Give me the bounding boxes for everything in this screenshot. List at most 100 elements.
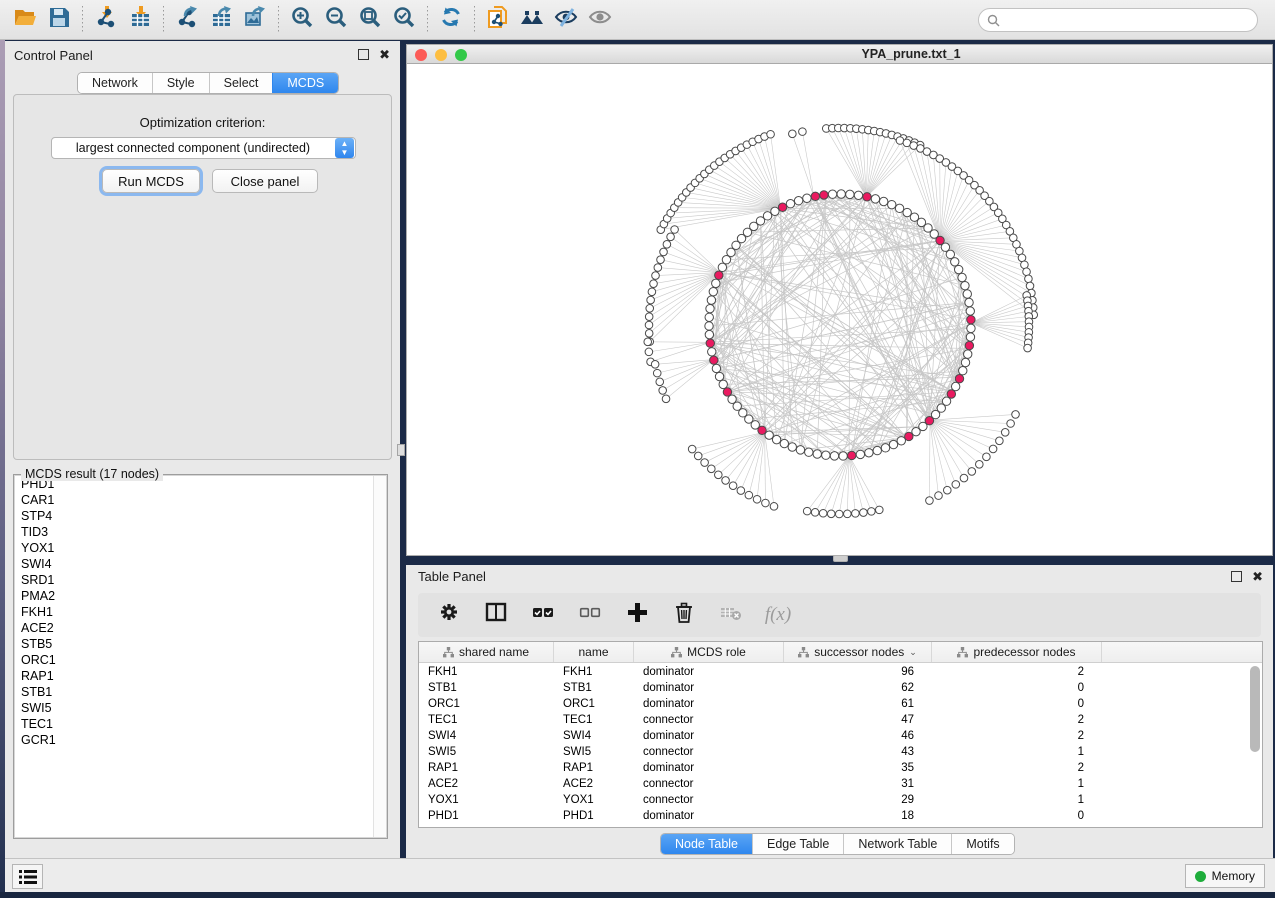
save-session-button[interactable] (42, 4, 76, 36)
mcds-result-item[interactable]: YOX1 (15, 540, 386, 556)
table-row[interactable]: SWI4SWI4dominator462 (419, 728, 1262, 744)
scrollbar-thumb[interactable] (1250, 666, 1260, 752)
node-table[interactable]: shared namenameMCDS rolesuccessor nodes⌄… (418, 641, 1263, 828)
delete-table-button[interactable] (718, 602, 744, 628)
table-settings-button[interactable] (436, 602, 462, 628)
tab-network-table[interactable]: Network Table (843, 834, 951, 854)
close-panel-button[interactable]: Close panel (212, 169, 318, 193)
deselect-all-button[interactable] (577, 602, 603, 628)
table-row[interactable]: YOX1YOX1connector291 (419, 792, 1262, 808)
optimization-criterion-select[interactable]: largest connected component (undirected)… (51, 137, 356, 159)
tab-select[interactable]: Select (209, 73, 273, 93)
refresh-layout-button[interactable] (434, 4, 468, 36)
table-panel: Table Panel ✖ f(x) shared namenameMCDS r… (406, 565, 1273, 858)
maximize-window-icon[interactable] (455, 49, 467, 61)
mcds-result-item[interactable]: SRD1 (15, 572, 386, 588)
column-header-shared-name[interactable]: shared name (419, 642, 554, 662)
function-builder-icon: f(x) (765, 604, 791, 626)
table-row[interactable]: STB1STB1dominator620 (419, 680, 1262, 696)
search-input[interactable] (1000, 10, 1257, 30)
clone-network-button[interactable] (481, 4, 515, 36)
table-row[interactable]: FKH1FKH1dominator962 (419, 664, 1262, 680)
tab-edge-table[interactable]: Edge Table (752, 834, 843, 854)
import-network-button[interactable] (89, 4, 123, 36)
mcds-result-item[interactable]: SWI4 (15, 556, 386, 572)
mcds-result-item[interactable]: RAP1 (15, 668, 386, 684)
table-row[interactable]: ACE2ACE2connector311 (419, 776, 1262, 792)
column-view-button[interactable] (483, 602, 509, 628)
minimize-window-icon[interactable] (435, 49, 447, 61)
export-network-button[interactable] (170, 4, 204, 36)
table-row[interactable]: ORC1ORC1dominator610 (419, 696, 1262, 712)
run-mcds-button[interactable]: Run MCDS (102, 169, 200, 193)
zoom-in-icon (290, 5, 315, 35)
cell-successor-nodes: 46 (784, 728, 932, 744)
tab-mcds[interactable]: MCDS (272, 73, 338, 93)
column-header-name[interactable]: name (554, 642, 634, 662)
table-row[interactable]: TEC1TEC1connector472 (419, 712, 1262, 728)
scrollbar-track[interactable] (373, 476, 386, 837)
table-row[interactable]: SWI5SWI5connector431 (419, 744, 1262, 760)
cell-shared-name: YOX1 (419, 792, 554, 808)
mcds-result-item[interactable]: STB1 (15, 684, 386, 700)
open-file-button[interactable] (8, 4, 42, 36)
tab-node-table[interactable]: Node Table (661, 834, 752, 854)
mcds-result-item[interactable]: ACE2 (15, 620, 386, 636)
mcds-result-item[interactable]: STP4 (15, 508, 386, 524)
network-canvas[interactable] (407, 64, 1272, 555)
zoom-in-button[interactable] (285, 4, 319, 36)
table-row[interactable]: PHD1PHD1dominator180 (419, 808, 1262, 824)
float-panel-icon[interactable] (358, 49, 369, 60)
add-column-button[interactable] (624, 602, 650, 628)
zoom-out-button[interactable] (319, 4, 353, 36)
mcds-result-item[interactable]: CAR1 (15, 492, 386, 508)
delete-column-button[interactable] (671, 602, 697, 628)
first-neighbors-button[interactable] (515, 4, 549, 36)
mcds-result-item[interactable]: TEC1 (15, 716, 386, 732)
mcds-result-group: MCDS result (17 nodes) PHD1CAR1STP4TID3Y… (13, 467, 388, 839)
mcds-result-item[interactable]: GCR1 (15, 732, 386, 748)
table-browser-tabs: Node TableEdge TableNetwork TableMotifs (660, 833, 1015, 855)
tab-motifs[interactable]: Motifs (951, 834, 1013, 854)
cell-name: SWI5 (554, 744, 634, 760)
toolbar-separator (163, 6, 164, 34)
network-window-titlebar[interactable]: YPA_prune.txt_1 (407, 45, 1272, 64)
shared-column-icon (957, 647, 968, 658)
cell-MCDS-role: dominator (634, 808, 784, 824)
hide-selected-button[interactable] (549, 4, 583, 36)
zoom-fit-button[interactable] (353, 4, 387, 36)
cell-successor-nodes: 29 (784, 792, 932, 808)
close-panel-icon[interactable]: ✖ (379, 49, 390, 60)
zoom-selected-button[interactable] (387, 4, 421, 36)
mcds-result-item[interactable]: TID3 (15, 524, 386, 540)
export-table-button[interactable] (204, 4, 238, 36)
task-history-button[interactable] (12, 864, 43, 889)
table-row[interactable]: RAP1RAP1dominator352 (419, 760, 1262, 776)
column-header-MCDS-role[interactable]: MCDS role (634, 642, 784, 662)
delete-table-icon (719, 600, 744, 630)
vertical-splitter-handle[interactable] (397, 444, 405, 456)
close-window-icon[interactable] (415, 49, 427, 61)
import-table-button[interactable] (123, 4, 157, 36)
tab-network[interactable]: Network (78, 73, 152, 93)
mcds-result-item[interactable]: FKH1 (15, 604, 386, 620)
mcds-result-item[interactable]: ORC1 (15, 652, 386, 668)
mcds-result-item[interactable]: PMA2 (15, 588, 386, 604)
float-panel-icon[interactable] (1231, 571, 1242, 582)
column-header-successor-nodes[interactable]: successor nodes⌄ (784, 642, 932, 662)
mcds-result-item[interactable]: SWI5 (15, 700, 386, 716)
cell-shared-name: PHD1 (419, 808, 554, 824)
search-box[interactable] (978, 8, 1258, 32)
close-panel-icon[interactable]: ✖ (1252, 571, 1263, 582)
tab-style[interactable]: Style (152, 73, 209, 93)
memory-button[interactable]: Memory (1185, 864, 1265, 888)
select-all-button[interactable] (530, 602, 556, 628)
mcds-result-list[interactable]: PHD1CAR1STP4TID3YOX1SWI4SRD1PMA2FKH1ACE2… (14, 475, 387, 838)
function-builder-button[interactable]: f(x) (765, 602, 791, 628)
horizontal-splitter-handle[interactable] (833, 555, 848, 562)
mcds-result-item[interactable]: STB5 (15, 636, 386, 652)
column-header-predecessor-nodes[interactable]: predecessor nodes (932, 642, 1102, 662)
show-all-button[interactable] (583, 4, 617, 36)
cell-MCDS-role: dominator (634, 680, 784, 696)
export-image-button[interactable] (238, 4, 272, 36)
